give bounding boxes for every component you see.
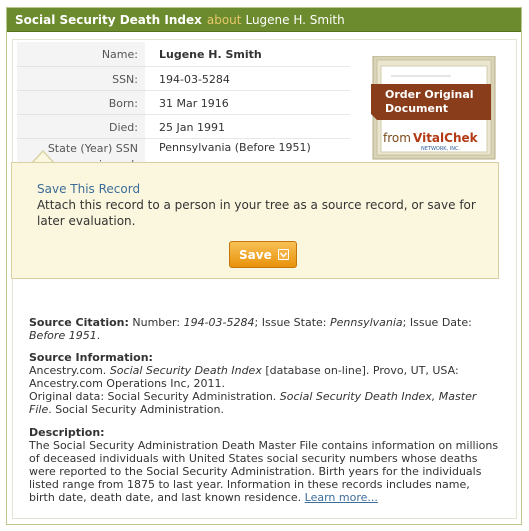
citation-state: Pennsylvania: [330, 316, 403, 329]
source-information-label: Source Information:: [29, 351, 153, 364]
field-label: Born:: [17, 90, 145, 115]
order-line1: Order Original: [385, 88, 474, 101]
citation-date-label: Issue Date:: [409, 316, 472, 329]
field-row-died: Died: 25 Jan 1991: [17, 114, 350, 139]
source-info-text: Ancestry.com.: [29, 364, 107, 377]
record-header: Social Security Death Index about Lugene H…: [7, 8, 521, 32]
save-button[interactable]: Save: [229, 241, 297, 268]
field-label: SSN:: [17, 66, 145, 91]
order-line2: Document: [385, 102, 448, 115]
field-label: Name:: [17, 42, 145, 67]
field-label: Died:: [17, 114, 145, 139]
order-from-label: from: [383, 131, 411, 145]
source-info-text: Ancestry.com Operations Inc, 2011.: [29, 377, 226, 390]
record-frame: Social Security Death Index about Lugene H…: [6, 7, 522, 525]
vitalchek-logo: VitalChek: [413, 131, 479, 145]
chevron-down-icon[interactable]: [278, 249, 289, 260]
citation-number-label: Number:: [132, 316, 181, 329]
source-info-text: . Social Security Administration.: [48, 403, 224, 416]
collection-title: Social Security Death Index: [15, 13, 202, 27]
source-citation-label: Source Citation:: [29, 316, 129, 329]
citation-number: 194-03-5284: [183, 316, 255, 329]
source-info-text: [database on-line]. Provo, UT, USA:: [265, 364, 459, 377]
description-label: Description:: [29, 426, 105, 439]
field-value: 31 Mar 1916: [145, 90, 350, 115]
citation-date: Before 1951: [29, 329, 97, 342]
source-information: Source Information: Ancestry.com. Social…: [29, 351, 499, 416]
vitalchek-logo-sub: NETWORK, INC.: [421, 146, 460, 152]
order-original-document-button[interactable]: 53 Order Original Document from VitalChe…: [371, 55, 499, 162]
record-description: Description: The Social Security Adminis…: [29, 426, 499, 504]
order-document-graphic: 53 Order Original Document from VitalChe…: [371, 55, 496, 160]
citation-state-label: Issue State:: [261, 316, 327, 329]
save-record-description: Attach this record to a person in your t…: [37, 198, 476, 228]
field-row-born: Born: 31 Mar 1916: [17, 90, 350, 115]
source-info-title: Social Security Death Index: [109, 364, 262, 377]
description-text: The Social Security Administration Death…: [29, 439, 499, 504]
learn-more-link[interactable]: Learn more...: [305, 491, 378, 504]
source-info-text: Original data: Social Security Administr…: [29, 390, 277, 403]
field-value: Lugene H. Smith: [145, 42, 350, 67]
field-value: 25 Jan 1991: [145, 114, 350, 139]
field-value: 194-03-5284: [145, 66, 350, 91]
field-row-ssn: SSN: 194-03-5284: [17, 66, 350, 91]
source-citation: Source Citation: Number: 194-03-5284; Is…: [29, 316, 472, 342]
save-record-title: Save This Record: [37, 182, 141, 196]
about-label: about: [206, 13, 242, 27]
save-button-label: Save: [239, 248, 272, 262]
person-name-header: Lugene H. Smith: [245, 13, 345, 27]
field-row-name: Name: Lugene H. Smith: [17, 42, 350, 67]
